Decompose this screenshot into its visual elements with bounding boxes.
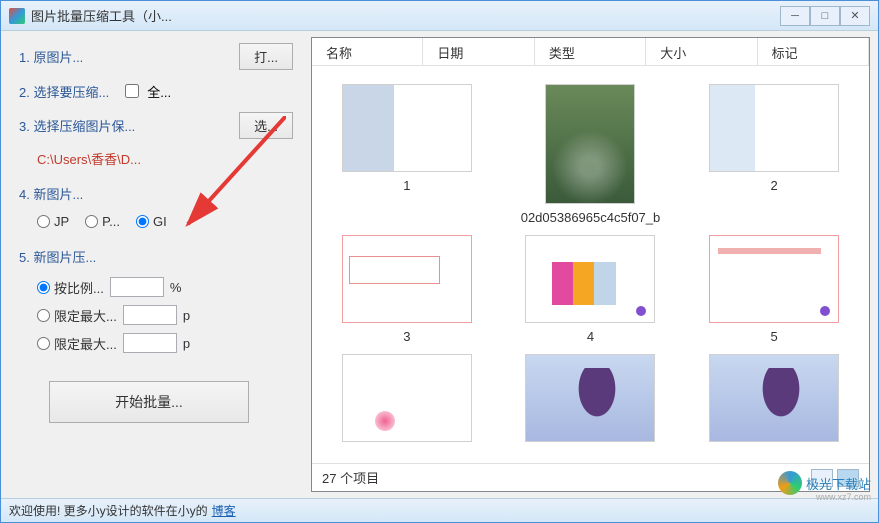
close-button[interactable]: ✕ bbox=[840, 6, 870, 26]
thumbnail-image bbox=[709, 354, 839, 442]
step5-row: 5. 新图片压... bbox=[19, 243, 293, 269]
list-item[interactable] bbox=[697, 354, 851, 442]
thumbnail-label: 1 bbox=[403, 178, 410, 193]
format-gif[interactable]: GI bbox=[136, 214, 167, 229]
blog-link[interactable]: 博客 bbox=[212, 502, 236, 519]
format-radio-group: JP P... GI bbox=[37, 214, 293, 229]
column-headers: 名称 日期 类型 大小 标记 bbox=[312, 38, 869, 66]
step1-row: 1. 原图片... 打... bbox=[19, 43, 293, 70]
select-all-label: 全... bbox=[147, 82, 171, 101]
size-maxw-row: 限定最大... p bbox=[37, 305, 293, 325]
maxw-option[interactable]: 限定最大... bbox=[37, 306, 117, 325]
ratio-unit: % bbox=[170, 280, 182, 295]
thumbnail-image bbox=[342, 84, 472, 172]
select-all-checkbox[interactable] bbox=[125, 84, 139, 98]
list-item[interactable]: 1 bbox=[330, 84, 484, 225]
step4-row: 4. 新图片... bbox=[19, 180, 293, 206]
list-item[interactable] bbox=[330, 354, 484, 442]
radio-jp[interactable] bbox=[37, 215, 50, 228]
step1-label: 1. 原图片... bbox=[19, 47, 83, 66]
thumbnail-image bbox=[342, 235, 472, 323]
app-window: 图片批量压缩工具（小... ─ □ ✕ 1. 原图片... 打... 2. 选择… bbox=[0, 0, 879, 523]
radio-maxh[interactable] bbox=[37, 337, 50, 350]
choose-folder-button[interactable]: 选... bbox=[239, 112, 293, 139]
minimize-button[interactable]: ─ bbox=[780, 6, 810, 26]
thumbnail-label: 3 bbox=[403, 329, 410, 344]
step3-label: 3. 选择压缩图片保... bbox=[19, 116, 135, 135]
file-list-panel: 名称 日期 类型 大小 标记 1 02d05386965c4c5f07_b 2 bbox=[311, 37, 870, 492]
window-body: 1. 原图片... 打... 2. 选择要压缩... 全... 3. 选择压缩图… bbox=[1, 31, 878, 498]
col-type[interactable]: 类型 bbox=[535, 38, 646, 65]
statusbar: 欢迎使用! 更多小y设计的软件在小y的 博客 bbox=[1, 498, 878, 522]
col-tag[interactable]: 标记 bbox=[758, 38, 869, 65]
settings-panel: 1. 原图片... 打... 2. 选择要压缩... 全... 3. 选择压缩图… bbox=[1, 31, 311, 498]
thumbnail-grid: 1 02d05386965c4c5f07_b 2 3 4 bbox=[312, 66, 869, 463]
col-name[interactable]: 名称 bbox=[312, 38, 423, 65]
list-item[interactable]: 3 bbox=[330, 235, 484, 344]
thumbnail-label: 2 bbox=[771, 178, 778, 193]
ratio-option[interactable]: 按比例... bbox=[37, 278, 104, 297]
start-batch-button[interactable]: 开始批量... bbox=[49, 381, 249, 423]
window-title: 图片批量压缩工具（小... bbox=[31, 6, 780, 25]
statusbar-text: 欢迎使用! 更多小y设计的软件在小y的 bbox=[9, 502, 208, 519]
col-date[interactable]: 日期 bbox=[423, 38, 534, 65]
list-item[interactable]: 5 bbox=[697, 235, 851, 344]
step2-label: 2. 选择要压缩... bbox=[19, 82, 109, 101]
maximize-button[interactable]: □ bbox=[810, 6, 840, 26]
maxh-input[interactable] bbox=[123, 333, 177, 353]
maxh-option[interactable]: 限定最大... bbox=[37, 334, 117, 353]
list-item[interactable] bbox=[514, 354, 668, 442]
thumbnail-image bbox=[342, 354, 472, 442]
app-icon bbox=[9, 8, 25, 24]
step3-row: 3. 选择压缩图片保... 选... bbox=[19, 112, 293, 139]
view-thumbnails-button[interactable] bbox=[837, 469, 859, 487]
thumbnail-image bbox=[525, 235, 655, 323]
list-item[interactable]: 02d05386965c4c5f07_b bbox=[514, 84, 668, 225]
size-maxh-row: 限定最大... p bbox=[37, 333, 293, 353]
step4-label: 4. 新图片... bbox=[19, 184, 83, 203]
radio-png[interactable] bbox=[85, 215, 98, 228]
radio-gif[interactable] bbox=[136, 215, 149, 228]
maxw-input[interactable] bbox=[123, 305, 177, 325]
step2-row: 2. 选择要压缩... 全... bbox=[19, 78, 293, 104]
thumbnail-image bbox=[709, 235, 839, 323]
ratio-input[interactable] bbox=[110, 277, 164, 297]
format-png[interactable]: P... bbox=[85, 214, 120, 229]
view-mode-buttons bbox=[811, 469, 859, 487]
list-item[interactable]: 2 bbox=[697, 84, 851, 225]
list-status-row: 27 个项目 bbox=[312, 463, 869, 491]
thumbnail-label: 02d05386965c4c5f07_b bbox=[521, 210, 661, 225]
format-jp[interactable]: JP bbox=[37, 214, 69, 229]
maxh-unit: p bbox=[183, 336, 190, 351]
save-path-text: C:\Users\香香\D... bbox=[37, 149, 293, 168]
item-count: 27 个项目 bbox=[322, 468, 379, 487]
radio-maxw[interactable] bbox=[37, 309, 50, 322]
list-item[interactable]: 4 bbox=[514, 235, 668, 344]
maxw-unit: p bbox=[183, 308, 190, 323]
window-controls: ─ □ ✕ bbox=[780, 6, 870, 26]
thumbnail-image bbox=[709, 84, 839, 172]
radio-ratio[interactable] bbox=[37, 281, 50, 294]
thumbnail-label: 4 bbox=[587, 329, 594, 344]
step5-label: 5. 新图片压... bbox=[19, 247, 96, 266]
titlebar[interactable]: 图片批量压缩工具（小... ─ □ ✕ bbox=[1, 1, 878, 31]
col-size[interactable]: 大小 bbox=[646, 38, 757, 65]
thumbnail-label: 5 bbox=[771, 329, 778, 344]
thumbnail-image bbox=[525, 354, 655, 442]
view-details-button[interactable] bbox=[811, 469, 833, 487]
size-ratio-row: 按比例... % bbox=[37, 277, 293, 297]
thumbnail-image bbox=[545, 84, 635, 204]
open-button[interactable]: 打... bbox=[239, 43, 293, 70]
